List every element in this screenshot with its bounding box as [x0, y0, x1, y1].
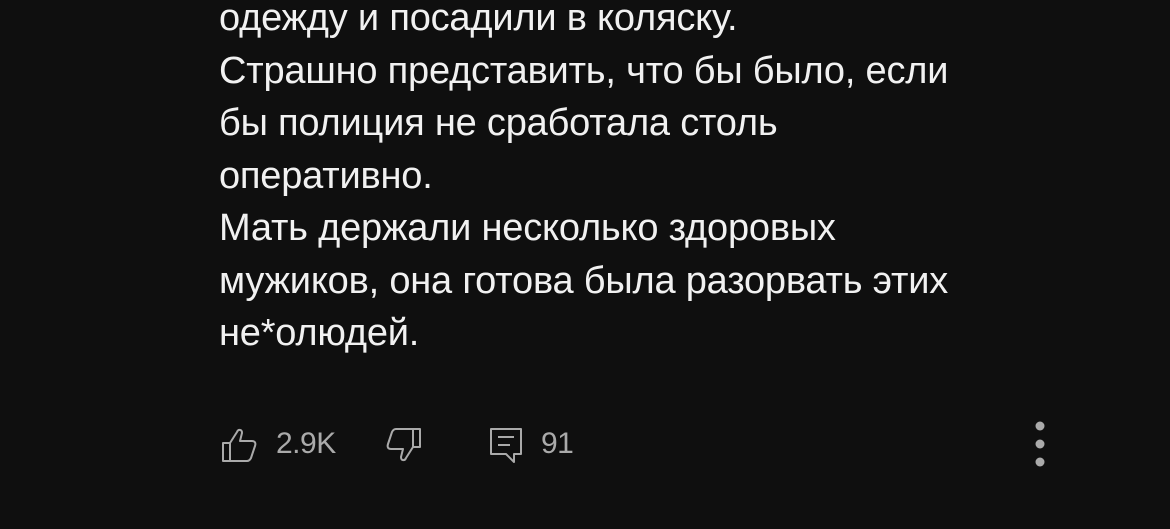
- comment-line: оперативно.: [219, 154, 433, 197]
- reply-comment-icon[interactable]: [488, 426, 524, 464]
- comment-line: бы полиция не сработала столь: [219, 102, 778, 144]
- comment-line: мужиков, она готова была разорвать этих: [219, 259, 949, 302]
- reply-count: 91: [541, 427, 574, 460]
- comment-text: одежду и посадили в коляску. Страшно пре…: [219, 0, 1119, 360]
- more-vertical-icon[interactable]: [1020, 418, 1060, 474]
- comment-line: Мать держали несколько здоровых: [219, 207, 836, 249]
- comment-action-bar: 2.9K 91: [0, 418, 1170, 470]
- thumb-down-icon[interactable]: [385, 426, 423, 464]
- comment-line: одежду и посадили в коляску.: [219, 0, 738, 39]
- like-count: 2.9K: [276, 427, 336, 460]
- comment-line: Страшно представить, что бы было, если: [219, 49, 949, 92]
- thumb-up-icon[interactable]: [220, 426, 258, 464]
- comment-line: не*олюдей.: [219, 312, 420, 354]
